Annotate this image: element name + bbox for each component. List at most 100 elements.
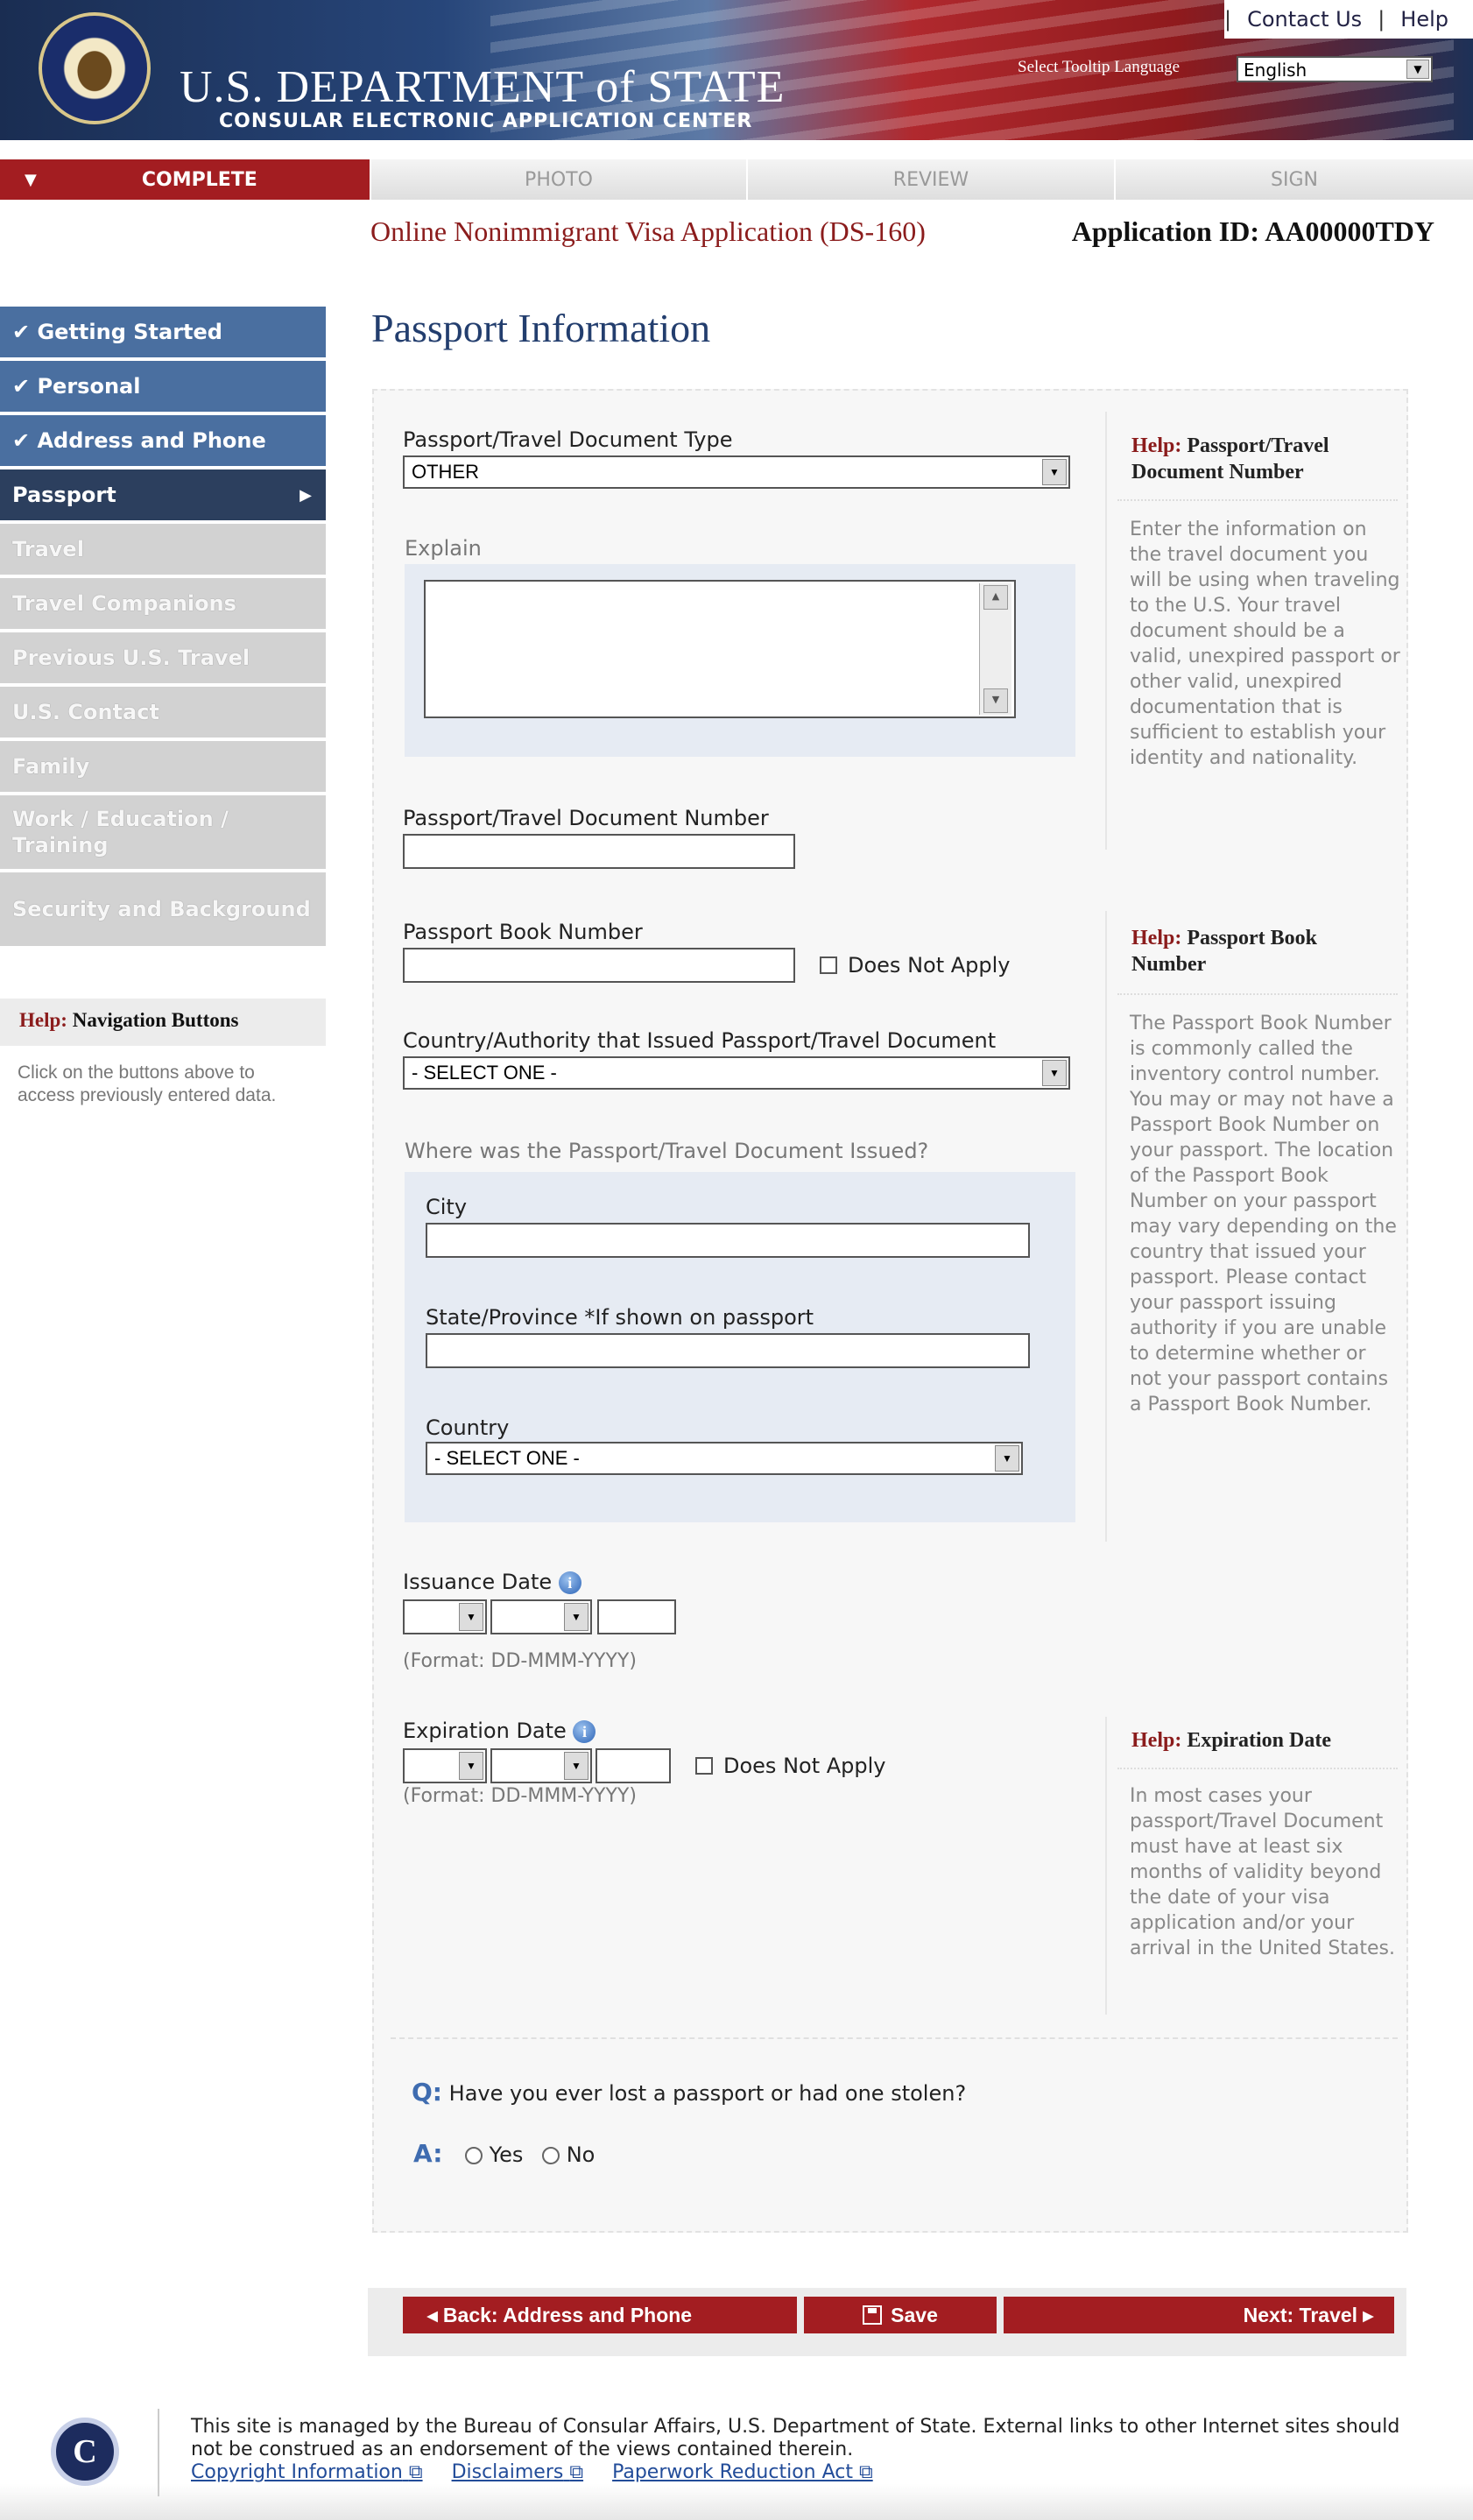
expiration-month-select[interactable]: ▼ [490,1748,592,1783]
external-link-icon: ⧉ [569,2461,584,2483]
doc-number-input[interactable] [403,834,795,869]
country-authority-label: Country/Authority that Issued Passport/T… [403,1028,997,1053]
disclaimers-link[interactable]: Disclaimers ⧉ [452,2461,584,2483]
book-does-not-apply-checkbox[interactable] [820,956,837,974]
tab-review: REVIEW [748,159,1116,200]
info-icon[interactable]: i [558,1571,581,1594]
tooltip-language-label: Select Tooltip Language [1018,58,1181,76]
book-does-not-apply-label: Does Not Apply [848,953,1011,978]
application-id: Application ID: AA00000TDY [1071,215,1434,247]
paperwork-link[interactable]: Paperwork Reduction Act ⧉ [612,2461,873,2483]
expiration-year-input[interactable] [596,1748,671,1783]
book-number-label: Passport Book Number [403,920,643,944]
where-issued-label: Where was the Passport/Travel Document I… [405,1139,929,1163]
state-label: State/Province *If shown on passport [426,1305,814,1330]
application-title: Online Nonimmigrant Visa Application (DS… [370,215,926,247]
chevron-down-icon: ▼ [459,1752,483,1780]
doc-number-label: Passport/Travel Document Number [403,806,769,830]
save-button[interactable]: Save [804,2297,997,2333]
country-authority-value: - SELECT ONE - [412,1062,557,1084]
chevron-right-icon: ▶ [300,485,312,505]
city-label: City [426,1195,468,1219]
contact-us-link[interactable]: Contact Us [1231,7,1378,32]
book-number-input[interactable] [403,948,795,983]
help-book-title: Help: Passport Book Number [1131,927,1318,976]
expiration-does-not-apply-label: Does Not Apply [723,1754,886,1778]
help-book-text: The Passport Book Number is commonly cal… [1130,1013,1397,1415]
radio-yes[interactable] [465,2147,483,2164]
sidebar-item-passport[interactable]: Passport ▶ [0,469,326,520]
expiration-date-label: Expiration Date i [403,1719,596,1743]
radio-no[interactable] [542,2147,560,2164]
sidebar-item-personal[interactable]: ✔ Personal [0,361,326,412]
footer-disclaimer-text: This site is managed by the Bureau of Co… [191,2416,1400,2460]
city-input[interactable] [426,1223,1030,1258]
sidebar-item-travel-companions: Travel Companions [0,578,326,629]
sidebar-item-getting-started[interactable]: ✔ Getting Started [0,307,326,357]
tab-label: SIGN [1271,168,1318,191]
sidebar-nav: ✔ Getting Started ✔ Personal ✔ Address a… [0,307,326,949]
doc-type-value: OTHER [412,461,479,483]
consular-affairs-logo: C [51,2418,119,2486]
next-button[interactable]: Next: Travel ▸ [1004,2297,1394,2333]
scroll-up-icon[interactable]: ▲ [983,585,1008,610]
sidebar-item-address-phone[interactable]: ✔ Address and Phone [0,415,326,466]
doc-type-select[interactable]: OTHER ▼ [403,455,1070,489]
issuance-format-hint: (Format: DD-MMM-YYYY) [403,1650,637,1672]
country-select[interactable]: - SELECT ONE - ▼ [426,1442,1023,1475]
top-links: | Contact Us | Help [1224,0,1473,39]
sidebar-item-label: Passport [12,483,116,507]
radio-yes-label: Yes [489,2142,524,2167]
chevron-down-icon: ▼ [564,1752,588,1780]
radio-no-label: No [566,2142,596,2167]
sidebar-item-security: Security and Background [0,872,326,946]
chevron-down-icon: ▼ [564,1603,588,1631]
country-authority-select[interactable]: - SELECT ONE - ▼ [403,1056,1070,1090]
tooltip-language-select[interactable]: English ▼ [1237,56,1433,82]
state-input[interactable] [426,1333,1030,1368]
external-link-icon: ⧉ [408,2461,423,2483]
step-tabs: ▼ COMPLETE PHOTO REVIEW SIGN [0,159,1473,200]
sidebar-item-family: Family [0,741,326,792]
scroll-down-icon[interactable]: ▼ [983,688,1008,713]
tab-label: COMPLETE [141,168,257,191]
tooltip-language-value: English [1244,60,1307,81]
tab-complete[interactable]: ▼ COMPLETE [0,159,371,200]
sidebar-item-travel: Travel [0,524,326,575]
save-button-label: Save [891,2303,938,2326]
issuance-year-input[interactable] [597,1599,676,1634]
info-icon[interactable]: i [573,1720,596,1743]
copyright-link[interactable]: Copyright Information ⧉ [191,2461,423,2483]
explain-scrollbar[interactable]: ▲ ▼ [979,583,1011,715]
sidebar-item-previous-travel: Previous U.S. Travel [0,632,326,683]
chevron-down-icon: ▼ [459,1603,483,1631]
floppy-disk-icon [863,2305,883,2325]
expiration-format-hint: (Format: DD-MMM-YYYY) [403,1785,637,1807]
footer-divider [158,2409,159,2496]
back-button[interactable]: ◂ Back: Address and Phone [403,2297,797,2333]
explain-label: Explain [405,536,482,561]
tab-photo: PHOTO [371,159,748,200]
explain-textarea[interactable] [424,580,1016,718]
tab-sign: SIGN [1116,159,1473,200]
country-label: Country [426,1415,510,1440]
issuance-month-select[interactable]: ▼ [490,1599,592,1634]
page-title: Passport Information [371,306,711,350]
issuance-day-select[interactable]: ▼ [403,1599,487,1634]
caret-down-icon: ▼ [25,170,37,189]
help-expiration-text: In most cases your passport/Travel Docum… [1130,1785,1396,1959]
help-expiration-title: Help: Expiration Date [1131,1729,1331,1752]
navigation-help-title: Help: Navigation Buttons [0,999,326,1046]
expiration-day-select[interactable]: ▼ [403,1748,487,1783]
chevron-down-icon: ▼ [995,1445,1019,1472]
department-seal-logo [39,12,151,124]
expiration-does-not-apply-checkbox[interactable] [695,1757,713,1775]
issuance-date-label: Issuance Date i [403,1570,581,1594]
help-link[interactable]: Help [1385,7,1464,32]
external-link-icon: ⧉ [858,2461,873,2483]
eagle-icon [68,40,121,96]
lost-passport-question: Q: Have you ever lost a passport or had … [412,2078,967,2107]
chevron-down-icon: ▼ [1406,60,1429,79]
chevron-down-icon: ▼ [1042,459,1067,485]
navigation-help-text: Click on the buttons above to access pre… [18,1062,277,1105]
